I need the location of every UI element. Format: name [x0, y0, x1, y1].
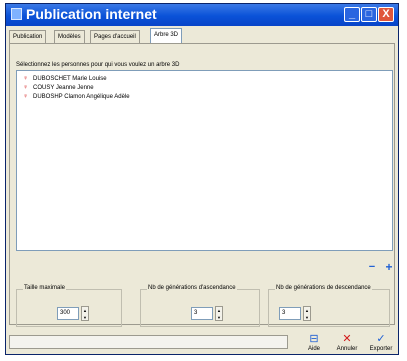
tab-pages-accueil[interactable]: Pages d'accueil — [90, 30, 140, 44]
tab-publication[interactable]: Publication — [9, 30, 47, 44]
export-button[interactable]: ✓ Exporter — [366, 333, 396, 355]
ascendance-input[interactable]: 3 — [191, 307, 213, 320]
cancel-label: Annuler — [336, 346, 358, 352]
export-label: Exporter — [369, 346, 393, 352]
list-item[interactable]: ♀ DUBOSHP Clamon Angélique Adèle — [23, 93, 130, 101]
person-pin-icon: ♀ — [23, 93, 29, 100]
tab-modeles[interactable]: Modèles — [54, 30, 85, 44]
list-item[interactable]: ♀ COUSY Jeanne Jenne — [23, 84, 94, 92]
tab-panel: Sélectionnez les personnes pour qui vous… — [9, 43, 395, 327]
minimize-button[interactable]: _ — [344, 7, 360, 22]
descendance-input[interactable]: 3 — [279, 307, 301, 320]
add-person-button[interactable]: + — [384, 261, 394, 273]
cancel-icon: ✕ — [342, 333, 352, 345]
list-item[interactable]: ♀ DUBOSCHET Marie Louise — [23, 75, 107, 83]
app-icon — [11, 8, 22, 20]
cancel-button[interactable]: ✕ Annuler — [333, 333, 361, 355]
maximize-button[interactable]: □ — [361, 7, 377, 22]
ascendance-spinner[interactable]: ▲ ▼ — [215, 306, 223, 321]
export-icon: ✓ — [376, 333, 386, 345]
person-list[interactable]: ♀ DUBOSCHET Marie Louise ♀ COUSY Jeanne Je… — [16, 70, 393, 251]
ascendance-group: Nb de générations d'ascendance 3 ▲ ▼ — [140, 285, 260, 327]
ascendance-label: Nb de générations d'ascendance — [147, 285, 237, 291]
descendance-spinner[interactable]: ▲ ▼ — [303, 306, 311, 321]
max-size-group: Taille maximale 300 ▲ ▼ — [16, 285, 122, 327]
person-pin-icon: ♀ — [23, 84, 29, 91]
publication-window: Publication internet _ □ X Publication M… — [5, 3, 399, 355]
person-pin-icon: ♀ — [23, 75, 29, 82]
status-bar — [9, 335, 288, 349]
help-label: Aide — [307, 346, 320, 352]
window-title: Publication internet — [26, 6, 157, 22]
descendance-group: Nb de générations de descendance 3 ▲ ▼ — [268, 285, 390, 327]
title-bar[interactable]: Publication internet _ □ X — [6, 4, 398, 26]
max-size-spinner[interactable]: ▲ ▼ — [81, 306, 89, 321]
instruction-text: Sélectionnez les personnes pour qui vous… — [16, 62, 180, 68]
close-button[interactable]: X — [378, 7, 394, 22]
tab-arbre-3d[interactable]: Arbre 3D — [150, 28, 183, 44]
max-size-input[interactable]: 300 — [57, 307, 79, 320]
help-button[interactable]: ⊟ Aide — [303, 333, 325, 355]
descendance-label: Nb de générations de descendance — [275, 285, 372, 291]
remove-person-button[interactable]: − — [367, 262, 377, 273]
max-size-label: Taille maximale — [23, 285, 67, 291]
help-icon: ⊟ — [309, 333, 319, 345]
